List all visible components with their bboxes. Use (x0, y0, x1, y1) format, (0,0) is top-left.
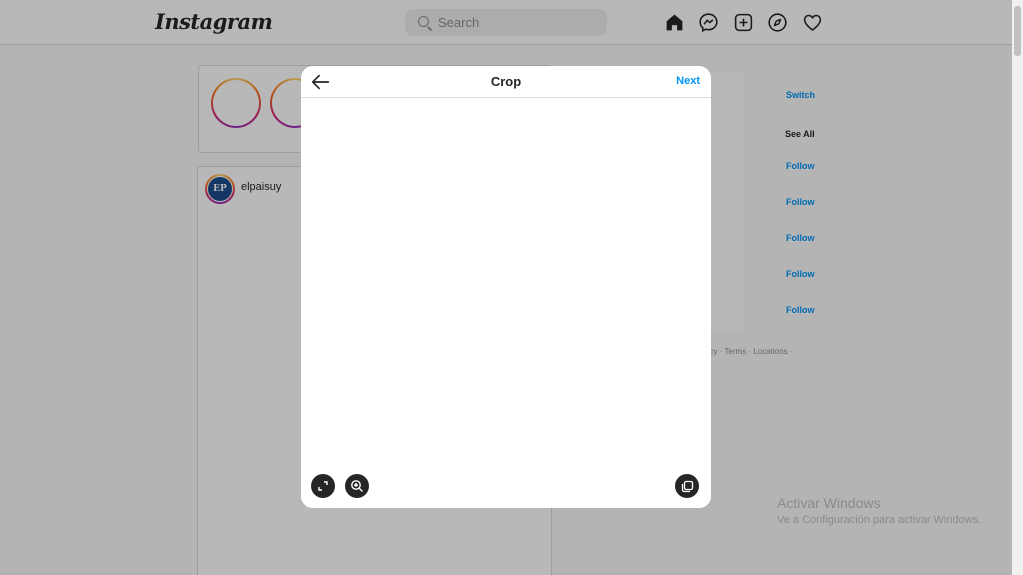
multiple-images-icon (681, 480, 693, 492)
gallery-button[interactable] (675, 474, 699, 498)
scrollbar-thumb[interactable] (1014, 6, 1021, 56)
crop-dialog: Crop Next (301, 66, 711, 508)
next-button[interactable]: Next (676, 75, 700, 87)
dialog-header: Crop Next (301, 66, 711, 98)
page-scrollbar[interactable] (1012, 0, 1023, 575)
aspect-ratio-button[interactable] (311, 474, 335, 498)
windows-activation-watermark: Activar Windows Ve a Configuración para … (777, 495, 981, 526)
dialog-title: Crop (490, 74, 522, 89)
zoom-button[interactable] (345, 474, 369, 498)
crop-canvas[interactable] (301, 98, 711, 508)
activation-subtitle: Ve a Configuración para activar Windows. (777, 514, 982, 526)
zoom-in-icon (351, 480, 363, 492)
expand-icon (318, 481, 328, 491)
activation-title: Activar Windows (777, 495, 881, 511)
